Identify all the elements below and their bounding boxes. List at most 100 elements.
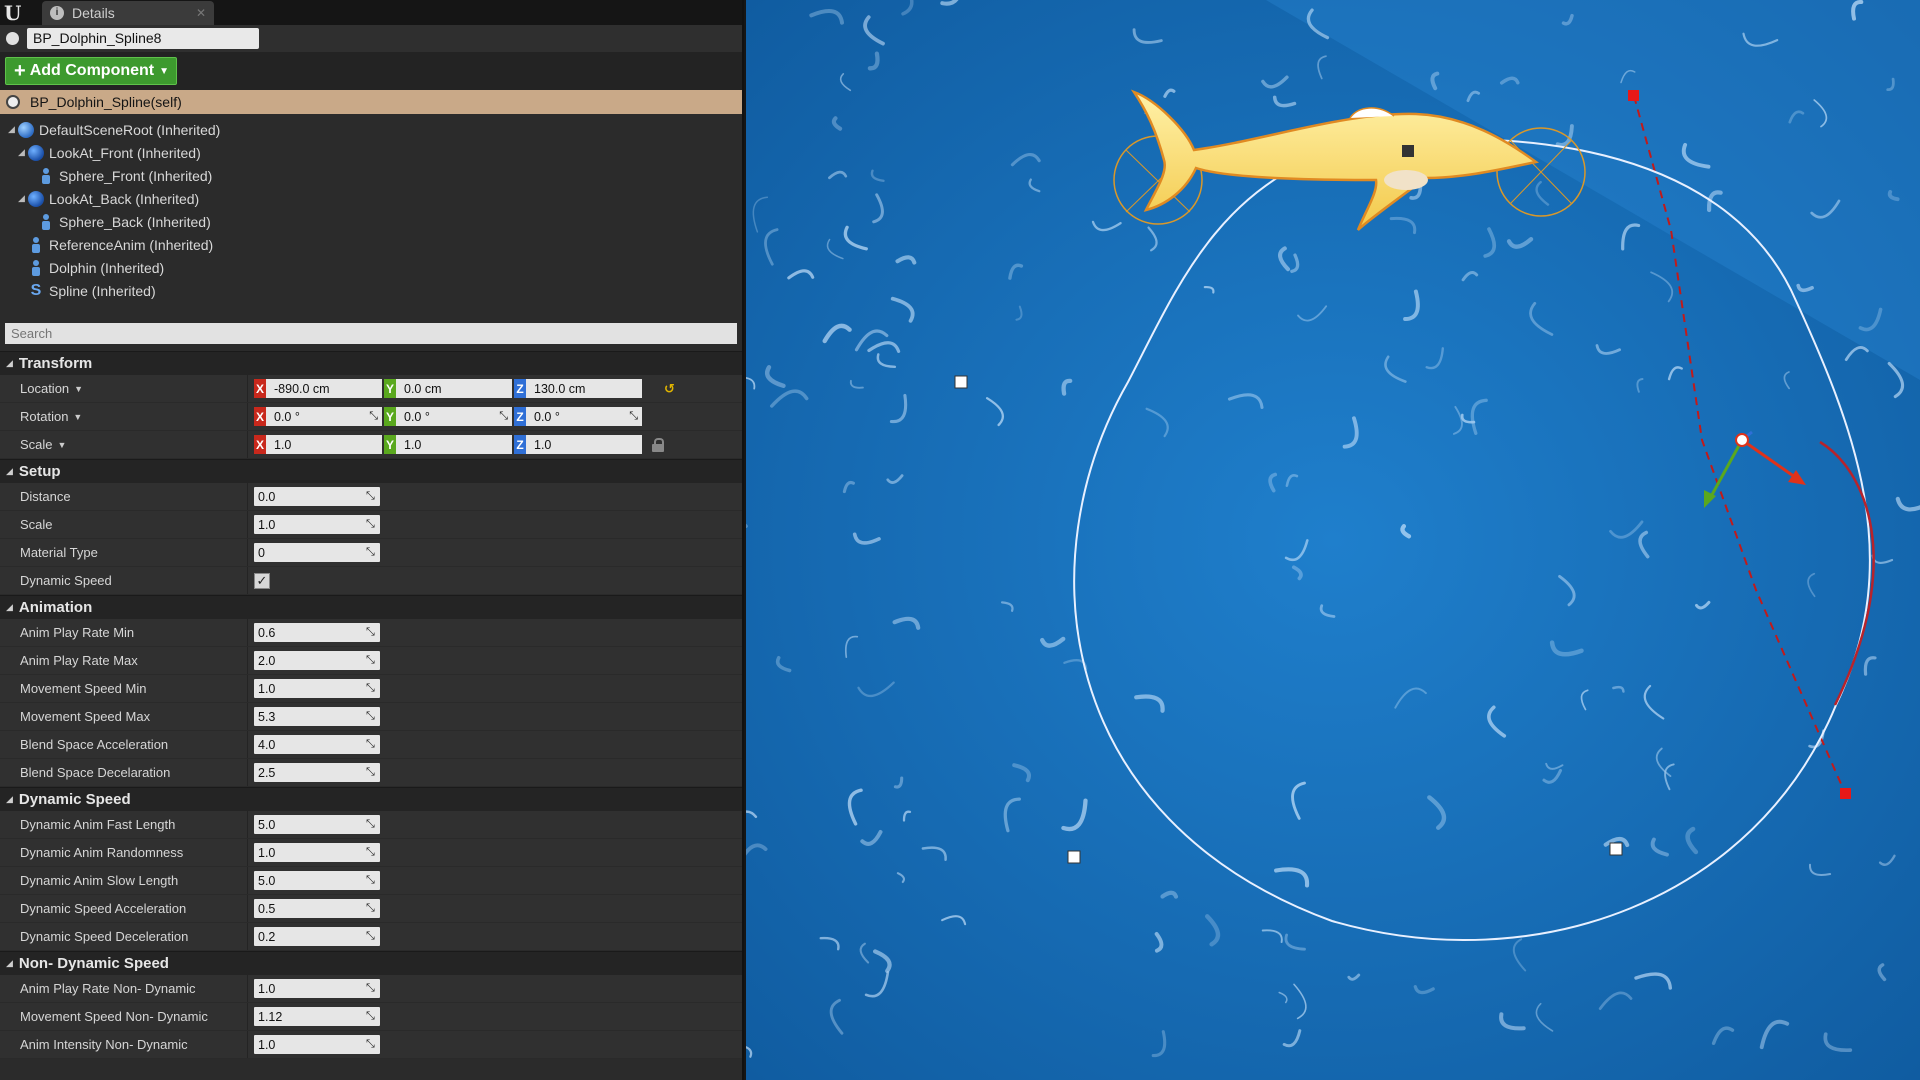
- number-value: 4.0: [258, 737, 276, 752]
- spin-icon[interactable]: ⤡: [366, 654, 376, 666]
- scale-z-field[interactable]: 1.0: [526, 435, 642, 454]
- location-x-field[interactable]: -890.0 cm: [266, 379, 382, 398]
- number-field[interactable]: 2.5 ⤡: [254, 763, 380, 782]
- axis-z-label: Z: [514, 435, 526, 454]
- number-field[interactable]: 1.0 ⤡: [254, 843, 380, 862]
- number-field[interactable]: 0.6 ⤡: [254, 623, 380, 642]
- distance-field[interactable]: 0.0 ⤡: [254, 487, 380, 506]
- spin-icon[interactable]: ⤡: [366, 766, 376, 778]
- number-field[interactable]: 2.0 ⤡: [254, 651, 380, 670]
- scale-label: Scale: [20, 437, 53, 452]
- add-component-row: + Add Component ▼: [0, 52, 742, 90]
- tree-item-spline[interactable]: S Spline (Inherited): [0, 279, 742, 302]
- spin-icon[interactable]: ⤡: [366, 738, 376, 750]
- category-dynamic-speed[interactable]: ◢ Dynamic Speed: [0, 787, 742, 811]
- number-field[interactable]: 0.5 ⤡: [254, 899, 380, 918]
- number-value: 0.5: [258, 901, 276, 916]
- rotation-y: Y 0.0 ° ⤡: [384, 407, 512, 426]
- expand-arrow-icon[interactable]: ◢: [18, 193, 28, 204]
- number-field[interactable]: 5.3 ⤡: [254, 707, 380, 726]
- tree-item-default-scene-root[interactable]: ◢ DefaultSceneRoot (Inherited): [0, 118, 742, 141]
- spline-point-3[interactable]: [1609, 842, 1623, 856]
- tree-item-lookat-back[interactable]: ◢ LookAt_Back (Inherited): [0, 187, 742, 210]
- tab-details[interactable]: i Details ✕: [42, 1, 214, 25]
- add-component-button[interactable]: + Add Component ▼: [5, 57, 177, 85]
- property-label[interactable]: Location ▼: [0, 375, 248, 402]
- number-field[interactable]: 5.0 ⤡: [254, 815, 380, 834]
- component-self-row[interactable]: BP_Dolphin_Spline(self): [0, 90, 742, 114]
- setup-scale-field[interactable]: 1.0 ⤡: [254, 515, 380, 534]
- spin-icon[interactable]: ⤡: [369, 410, 378, 423]
- location-z-field[interactable]: 130.0 cm: [526, 379, 642, 398]
- scale-y-field[interactable]: 1.0: [396, 435, 512, 454]
- lock-icon[interactable]: [652, 437, 664, 452]
- number-field[interactable]: 1.0 ⤡: [254, 1035, 380, 1054]
- actor-visibility-icon[interactable]: [6, 32, 19, 45]
- info-icon: i: [50, 6, 64, 20]
- spin-icon[interactable]: ⤡: [366, 982, 376, 994]
- spin-icon[interactable]: ⤡: [366, 710, 376, 722]
- number-field[interactable]: 1.12 ⤡: [254, 1007, 380, 1026]
- spline-point-2[interactable]: [1067, 850, 1081, 864]
- search-input[interactable]: [5, 323, 737, 344]
- dynamic-speed-checkbox[interactable]: ✓: [254, 572, 270, 589]
- property-label[interactable]: Rotation ▼: [0, 403, 248, 430]
- number-field[interactable]: 1.0 ⤡: [254, 679, 380, 698]
- scale-x-field[interactable]: 1.0: [266, 435, 382, 454]
- tangent-handle-end[interactable]: [1840, 788, 1851, 799]
- spin-icon[interactable]: ⤡: [629, 410, 638, 423]
- actor-name-field[interactable]: BP_Dolphin_Spline8: [27, 28, 259, 49]
- material-type-value: 0: [258, 545, 265, 560]
- number-field[interactable]: 1.0 ⤡: [254, 979, 380, 998]
- spin-icon[interactable]: ⤡: [366, 818, 376, 830]
- axis-x-label: X: [254, 435, 266, 454]
- spline-icon: S: [30, 281, 42, 299]
- spin-icon[interactable]: ⤡: [366, 626, 376, 638]
- location-y-field[interactable]: 0.0 cm: [396, 379, 512, 398]
- tree-item-sphere-front[interactable]: Sphere_Front (Inherited): [0, 164, 742, 187]
- expand-arrow-icon[interactable]: ◢: [18, 147, 28, 158]
- category-transform[interactable]: ◢ Transform: [0, 351, 742, 375]
- spin-icon[interactable]: ⤡: [366, 1038, 376, 1050]
- spin-icon[interactable]: ⤡: [366, 846, 376, 858]
- tree-item-reference-anim[interactable]: ReferenceAnim (Inherited): [0, 233, 742, 256]
- spin-icon[interactable]: ⤡: [366, 930, 376, 942]
- expand-arrow-icon[interactable]: ◢: [8, 124, 18, 135]
- close-icon[interactable]: ✕: [196, 6, 206, 20]
- spin-icon[interactable]: ⤡: [366, 874, 376, 886]
- property-label: Dynamic Anim Randomness: [0, 839, 248, 866]
- number-field[interactable]: 5.0 ⤡: [254, 871, 380, 890]
- level-viewport[interactable]: [746, 0, 1920, 1080]
- tree-item-dolphin[interactable]: Dolphin (Inherited): [0, 256, 742, 279]
- property-label[interactable]: Scale ▼: [0, 431, 248, 458]
- number-field[interactable]: 0.2 ⤡: [254, 927, 380, 946]
- unreal-logo-icon: U: [4, 1, 22, 25]
- rotation-z-field[interactable]: 0.0 ° ⤡: [526, 407, 642, 426]
- axis-x-label: X: [254, 407, 266, 426]
- tangent-handle-start[interactable]: [1628, 90, 1639, 101]
- rotation-x-field[interactable]: 0.0 ° ⤡: [266, 407, 382, 426]
- number-value: 1.12: [258, 1009, 283, 1024]
- spin-icon[interactable]: ⤡: [366, 546, 376, 558]
- category-animation[interactable]: ◢ Animation: [0, 595, 742, 619]
- property-rotation: Rotation ▼ X 0.0 ° ⤡ Y 0.0 ° ⤡ Z 0.0 ° ⤡: [0, 403, 742, 431]
- material-type-field[interactable]: 0 ⤡: [254, 543, 380, 562]
- spin-icon[interactable]: ⤡: [366, 490, 376, 502]
- spline-point-selected[interactable]: [1735, 433, 1749, 447]
- spin-icon[interactable]: ⤡: [366, 902, 376, 914]
- category-setup[interactable]: ◢ Setup: [0, 459, 742, 483]
- reset-to-default-icon[interactable]: ↺: [664, 381, 675, 397]
- tree-item-sphere-back[interactable]: Sphere_Back (Inherited): [0, 210, 742, 233]
- category-non-dynamic-speed[interactable]: ◢ Non- Dynamic Speed: [0, 951, 742, 975]
- spin-icon[interactable]: ⤡: [366, 682, 376, 694]
- dolphin-pivot-icon[interactable]: [1402, 145, 1414, 157]
- property-label: Dynamic Speed Acceleration: [0, 895, 248, 922]
- rotation-y-field[interactable]: 0.0 ° ⤡: [396, 407, 512, 426]
- spline-point-1[interactable]: [954, 375, 968, 389]
- tree-item-lookat-front[interactable]: ◢ LookAt_Front (Inherited): [0, 141, 742, 164]
- spin-icon[interactable]: ⤡: [366, 518, 376, 530]
- property-label: Anim Intensity Non- Dynamic: [0, 1031, 248, 1058]
- number-field[interactable]: 4.0 ⤡: [254, 735, 380, 754]
- spin-icon[interactable]: ⤡: [499, 410, 508, 423]
- spin-icon[interactable]: ⤡: [366, 1010, 376, 1022]
